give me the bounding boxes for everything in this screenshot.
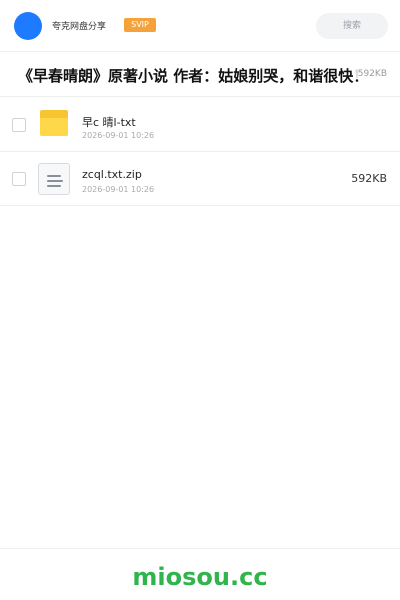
svip-badge: SVIP — [124, 18, 156, 32]
footer: miosou.cc — [0, 548, 400, 600]
file-row-folder[interactable]: 早c 晴l-txt 2026-09-01 10:26 — [0, 98, 400, 152]
row-checkbox[interactable] — [12, 172, 26, 186]
folder-icon — [40, 110, 68, 136]
avatar[interactable] — [14, 12, 42, 40]
top-bar: 夸克网盘分享 SVIP 搜索 — [0, 0, 400, 52]
file-name: 早c 晴l-txt — [82, 116, 136, 129]
file-name: zcql.txt.zip — [82, 168, 142, 181]
brand-logo-text[interactable]: miosou.cc — [0, 563, 400, 591]
file-date: 2026-09-01 10:26 — [82, 185, 155, 194]
document-icon — [38, 163, 70, 195]
search-button[interactable]: 搜索 — [316, 13, 388, 39]
file-row-zip[interactable]: zcql.txt.zip 2026-09-01 10:26 592KB — [0, 152, 400, 206]
file-size: 592KB — [351, 172, 387, 185]
page-title: 《早春晴朗》原著小说 作者：姑娘别哭，和谐很快！ — [18, 67, 369, 85]
share-title-row: 《早春晴朗》原著小说 作者：姑娘别哭，和谐很快！ 592KB — [0, 53, 400, 97]
app-name: 夸克网盘分享 — [52, 22, 107, 32]
row-checkbox[interactable] — [12, 118, 26, 132]
share-size: 592KB — [355, 69, 387, 79]
file-date: 2026-09-01 10:26 — [82, 131, 155, 140]
